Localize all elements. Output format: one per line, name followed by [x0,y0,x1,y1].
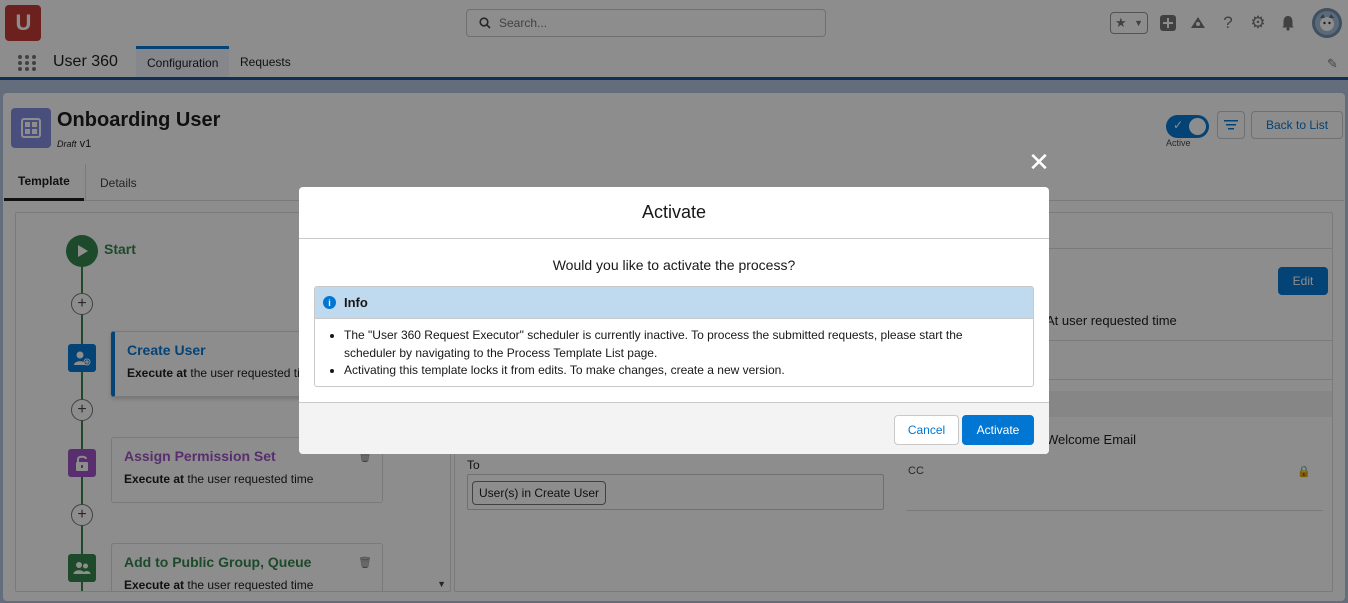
info-list: The "User 360 Request Executor" schedule… [315,327,1033,380]
info-title: Info [344,295,368,310]
info-item: The "User 360 Request Executor" schedule… [344,327,1011,362]
close-modal-icon[interactable]: ✕ [1027,149,1051,175]
activate-modal: Activate Would you like to activate the … [299,187,1049,454]
info-item: Activating this template locks it from e… [344,362,1011,380]
info-icon: i [323,296,336,309]
modal-footer: Cancel Activate [299,402,1049,454]
activate-button[interactable]: Activate [962,415,1034,445]
modal-title: Activate [299,187,1049,239]
info-box: i Info The "User 360 Request Executor" s… [314,286,1034,387]
modal-question: Would you like to activate the process? [552,257,796,273]
cancel-button[interactable]: Cancel [894,415,959,445]
info-header: i Info [315,287,1033,319]
